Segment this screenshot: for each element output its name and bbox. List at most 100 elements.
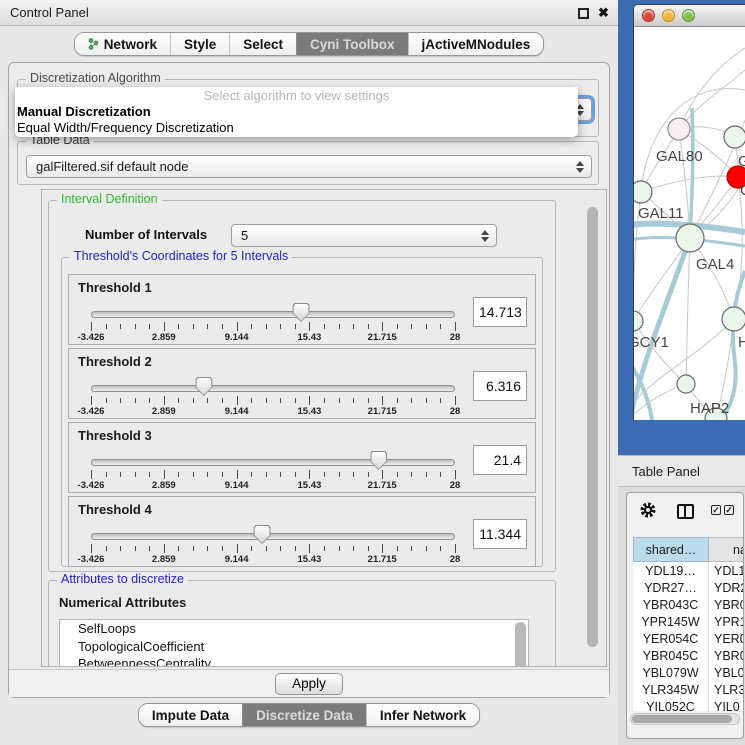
table-cell[interactable]: YDL1	[709, 562, 744, 579]
table-cell[interactable]: YIL052C	[633, 698, 709, 711]
attribute-list-item[interactable]: TopologicalCoefficient	[60, 638, 528, 656]
tab-infer-network[interactable]: Infer Network	[366, 704, 479, 726]
table-cell[interactable]: YLR3	[709, 681, 744, 698]
checkbox-icon[interactable]: ✓	[724, 505, 734, 515]
horizontal-scrollbar-thumb[interactable]	[632, 715, 732, 723]
tab-discretize-data[interactable]: Discretize Data	[242, 704, 366, 726]
threshold-value-field[interactable]	[473, 519, 527, 549]
slider-track[interactable]	[91, 459, 455, 466]
float-window-icon[interactable]	[578, 8, 589, 19]
node-label-ga: GA	[738, 153, 745, 170]
tab-label: Style	[184, 37, 216, 52]
gal11-node[interactable]	[634, 181, 652, 203]
slider-ticks	[91, 544, 455, 553]
table-cell[interactable]: YER054C	[633, 630, 709, 647]
threshold-value-field[interactable]	[473, 371, 527, 401]
column-header-name[interactable]: na	[709, 537, 744, 562]
gal4-node[interactable]	[676, 224, 704, 252]
tab-label: Network	[104, 37, 157, 52]
gcy1-node[interactable]	[634, 311, 643, 331]
algorithm-option-equal-width[interactable]: Equal Width/Frequency Discretization	[15, 120, 578, 136]
table-panel-body: ✓ ✓ shared…naYDL19…YDL1YDR27…YDR2YBR043C…	[626, 492, 744, 739]
table-cell[interactable]: YIL0	[709, 698, 744, 711]
window-minimize-button[interactable]	[662, 9, 675, 22]
table-cell[interactable]: YBL0	[709, 664, 744, 681]
combo-stepper-icon	[576, 160, 584, 174]
right-node[interactable]	[722, 307, 745, 331]
close-icon[interactable]: ✖	[598, 4, 609, 22]
table-cell[interactable]: YBL079W	[633, 664, 709, 681]
columns-icon[interactable]	[677, 504, 694, 519]
table-cell[interactable]: YDR27…	[633, 579, 709, 596]
threshold-slider[interactable]: -3.4262.8599.14415.4321.71528	[87, 449, 459, 493]
table-row[interactable]: YDR27…YDR2	[633, 579, 744, 596]
table-cell[interactable]: YPR1	[709, 613, 744, 630]
tick-label: 28	[450, 332, 461, 343]
tab-network[interactable]: Network	[75, 33, 170, 55]
slider-thumb[interactable]	[293, 303, 310, 322]
table-data-combobox[interactable]: galFiltered.sif default node	[26, 155, 592, 178]
table-cell[interactable]: YDL19…	[633, 562, 709, 579]
table-cell[interactable]: YBR043C	[633, 596, 709, 613]
table-cell[interactable]: YBR0	[709, 647, 744, 664]
numerical-attributes-list[interactable]: SelfLoopsTopologicalCoefficientBetweenne…	[59, 619, 529, 667]
top-right-node[interactable]	[724, 126, 745, 148]
slider-thumb[interactable]	[254, 525, 271, 544]
table-cell[interactable]: YBR045C	[633, 647, 709, 664]
gear-icon[interactable]	[639, 501, 657, 519]
slider-track[interactable]	[91, 385, 455, 392]
table-cell[interactable]: YDR2	[709, 579, 744, 596]
slider-tick-labels: -3.4262.8599.14415.4321.71528	[91, 554, 455, 566]
table-cell[interactable]: YER0	[709, 630, 744, 647]
threshold-value-field[interactable]	[473, 297, 527, 327]
tick-label: 15.43	[298, 332, 322, 343]
horizontal-scrollbar[interactable]	[630, 713, 740, 725]
table-row[interactable]: YPR145WYPR1	[633, 613, 744, 630]
tick-label: 21.715	[368, 480, 397, 491]
table-cell[interactable]: YPR145W	[633, 613, 709, 630]
apply-button[interactable]: Apply	[275, 673, 343, 695]
slider-thumb[interactable]	[370, 451, 387, 470]
network-canvas[interactable]: GAL80GACGAL11GAL4GCY1HHAP2	[634, 28, 745, 420]
table-row[interactable]: YBR043CYBR0	[633, 596, 744, 613]
vertical-scrollbar[interactable]	[585, 191, 601, 665]
node-label-gal80: GAL80	[656, 148, 703, 165]
attribute-list-item[interactable]: SelfLoops	[60, 620, 528, 638]
list-scrollbar-thumb[interactable]	[515, 622, 526, 667]
window-zoom-button[interactable]	[682, 9, 695, 22]
slider-track[interactable]	[91, 533, 455, 540]
threshold-slider[interactable]: -3.4262.8599.14415.4321.71528	[87, 523, 459, 567]
node-label-gcy1: GCY1	[634, 334, 669, 351]
table-row[interactable]: YBR045CYBR0	[633, 647, 744, 664]
node-label-c: C	[740, 182, 745, 199]
tab-select[interactable]: Select	[229, 33, 296, 55]
hap2-node[interactable]	[677, 375, 695, 393]
threshold-slider[interactable]: -3.4262.8599.14415.4321.71528	[87, 301, 459, 345]
algorithm-option-manual[interactable]: Manual Discretization	[15, 104, 578, 120]
table-row[interactable]: YLR345WYLR3	[633, 681, 744, 698]
number-of-intervals-combobox[interactable]: 5	[231, 224, 497, 247]
tab-impute-data[interactable]: Impute Data	[139, 704, 242, 726]
vertical-scrollbar-thumb[interactable]	[587, 207, 598, 647]
window-close-button[interactable]	[642, 9, 655, 22]
table-cell[interactable]: YBR0	[709, 596, 744, 613]
tick-label: 15.43	[298, 480, 322, 491]
tab-jactivemnodules[interactable]: jActiveMNodules	[408, 33, 544, 55]
threshold-slider[interactable]: -3.4262.8599.14415.4321.71528	[87, 375, 459, 419]
attribute-list-item[interactable]: BetweennessCentrality	[60, 655, 528, 667]
table-row[interactable]: YBL079WYBL0	[633, 664, 744, 681]
table-row[interactable]: YDL19…YDL1	[633, 562, 744, 579]
checkbox-icon[interactable]: ✓	[711, 505, 721, 515]
slider-track[interactable]	[91, 311, 455, 318]
gal80-node[interactable]	[668, 118, 690, 140]
table-cell[interactable]: YLR345W	[633, 681, 709, 698]
column-header-shared-name[interactable]: shared…	[633, 537, 709, 562]
node-table: shared…naYDL19…YDL1YDR27…YDR2YBR043CYBR0…	[633, 537, 744, 711]
table-row[interactable]: YIL052CYIL0	[633, 698, 744, 711]
tab-cyni-toolbox[interactable]: Cyni Toolbox	[296, 33, 408, 55]
slider-ticks	[91, 322, 455, 331]
table-row[interactable]: YER054CYER0	[633, 630, 744, 647]
slider-thumb[interactable]	[195, 377, 212, 396]
threshold-value-field[interactable]	[473, 445, 527, 475]
tab-style[interactable]: Style	[170, 33, 229, 55]
